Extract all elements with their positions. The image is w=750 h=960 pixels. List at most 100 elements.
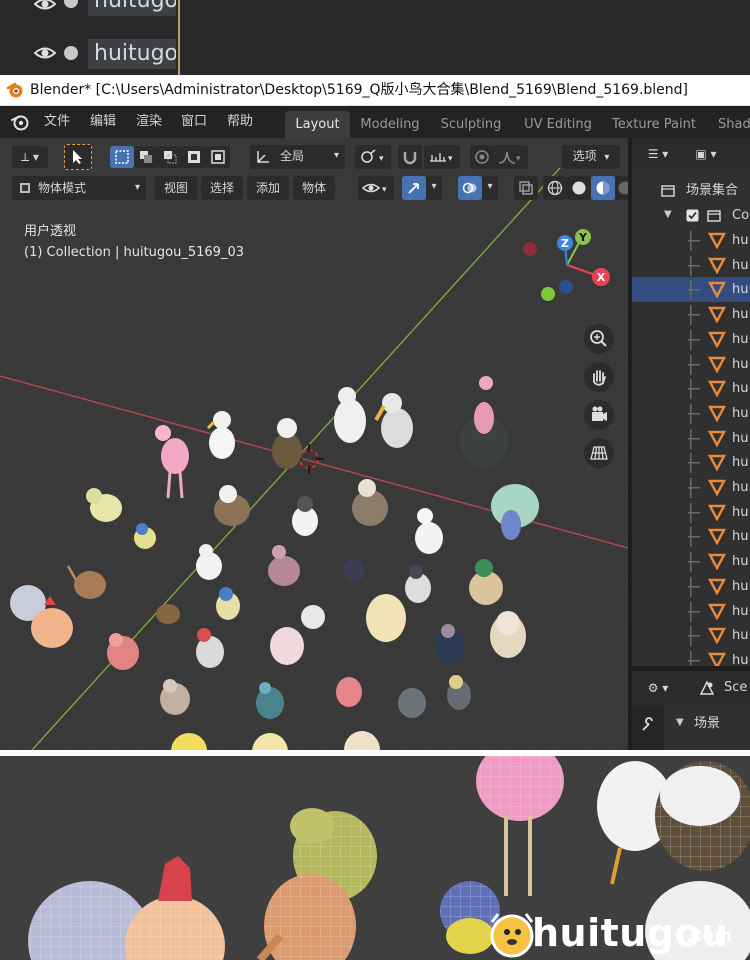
bird-barn-owl-icon bbox=[490, 611, 526, 658]
tab-uv-editing[interactable]: UV Editing bbox=[517, 111, 599, 138]
tree-branch-icon bbox=[690, 231, 692, 251]
eye-icon[interactable] bbox=[34, 45, 56, 61]
object-name[interactable]: huitugou bbox=[88, 0, 176, 16]
outliner-object-row[interactable]: hu bbox=[632, 450, 750, 475]
tree-branch-icon bbox=[690, 403, 692, 424]
outliner-object-row[interactable]: hu bbox=[632, 599, 750, 624]
tree-branch-icon bbox=[690, 527, 692, 548]
object-name[interactable]: huitugou bbox=[88, 39, 176, 69]
bird-wren-icon bbox=[160, 679, 190, 715]
mesh-object-icon bbox=[708, 405, 726, 422]
outliner-object-row[interactable]: hu bbox=[632, 426, 750, 451]
3d-viewport[interactable]: ⟂ ▾ 全局 ▾ ▾ ▾ ▾ 选项 ▾ 物体模式 ▾ 视图 选择 添加 物体 ▾… bbox=[0, 138, 628, 750]
tree-branch-icon bbox=[690, 453, 692, 474]
outliner-object-row[interactable]: hu bbox=[632, 648, 750, 666]
eye-icon[interactable] bbox=[34, 0, 56, 12]
tab-shading[interactable]: Shad bbox=[710, 111, 750, 138]
filter-dropdown[interactable]: ▣ ▾ bbox=[688, 143, 724, 165]
expand-arrow-icon[interactable]: ▼ bbox=[664, 209, 672, 220]
top-menu-bar: 文件 编辑 渲染 窗口 帮助 Layout Modeling Sculpting… bbox=[0, 106, 750, 138]
bird-kiwi-icon bbox=[66, 565, 106, 599]
menu-help[interactable]: 帮助 bbox=[227, 106, 253, 138]
outliner-object-row[interactable]: hu bbox=[632, 500, 750, 525]
tab-layout[interactable]: Layout bbox=[285, 111, 350, 138]
tree-branch-icon bbox=[690, 650, 692, 666]
bird-yellow-chick-icon bbox=[171, 733, 207, 750]
blender-menu-icon[interactable] bbox=[10, 113, 30, 131]
bird-penguin-icon bbox=[292, 496, 318, 536]
object-label: hu bbox=[732, 430, 749, 446]
bird-canary-icon bbox=[86, 488, 122, 522]
outliner-object-row[interactable]: hu bbox=[632, 228, 750, 253]
menu-render[interactable]: 渲染 bbox=[136, 106, 162, 138]
properties-editor-dropdown[interactable]: ⚙ ▾ bbox=[640, 677, 676, 699]
tree-branch-icon bbox=[690, 552, 692, 573]
outliner-object-row[interactable]: hu bbox=[632, 475, 750, 500]
object-label: hu bbox=[732, 578, 749, 594]
object-label: hu bbox=[732, 405, 749, 421]
outliner-object-row[interactable]: hu bbox=[632, 277, 750, 303]
outliner-panel[interactable]: ☰ ▾ ▣ ▾ 场景集合 ▼ Co hu hu hu hu hu hu hu hu hu hu hu… bbox=[632, 138, 750, 666]
mesh-object-icon bbox=[708, 504, 726, 521]
bird-models-scene[interactable] bbox=[0, 138, 628, 750]
outliner-object-row[interactable]: hu bbox=[632, 549, 750, 574]
tab-sculpting[interactable]: Sculpting bbox=[432, 111, 510, 138]
blender-logo-icon bbox=[6, 82, 23, 98]
mesh-object-icon bbox=[708, 430, 726, 447]
object-label: hu bbox=[732, 455, 749, 471]
outliner-object-row[interactable]: hu bbox=[632, 574, 750, 599]
render-toggle-icon[interactable] bbox=[64, 46, 78, 60]
object-label: hu bbox=[732, 233, 749, 248]
outliner-object-row[interactable]: hu bbox=[632, 524, 750, 549]
tree-branch-icon bbox=[690, 354, 692, 375]
bird-peacock-icon bbox=[491, 484, 539, 540]
outliner-object-row[interactable]: hu bbox=[632, 401, 750, 426]
object-label: hu bbox=[732, 504, 749, 520]
object-label: hu bbox=[732, 652, 749, 666]
outliner-row[interactable]: huitugou bbox=[0, 38, 750, 69]
outliner-scene-collection[interactable]: 场景集合 bbox=[632, 178, 750, 203]
bird-bluejay-icon bbox=[216, 587, 240, 620]
wireframe-render-preview: huitugou .com bbox=[0, 756, 750, 960]
object-label: hu bbox=[732, 257, 749, 273]
outliner-object-row[interactable]: hu bbox=[632, 302, 750, 327]
tool-wrench-icon[interactable] bbox=[640, 717, 656, 733]
bird-turkey-icon bbox=[460, 376, 508, 467]
properties-panel[interactable]: ⚙ ▾ Sce ▼ 场景 bbox=[632, 671, 750, 750]
menu-file[interactable]: 文件 bbox=[44, 106, 70, 138]
outliner-object-row[interactable]: hu bbox=[632, 623, 750, 648]
menu-edit[interactable]: 编辑 bbox=[90, 106, 116, 138]
object-label: hu bbox=[732, 307, 749, 323]
bird-robin-icon bbox=[196, 628, 224, 668]
checkbox-icon[interactable] bbox=[686, 209, 699, 222]
outliner-object-row[interactable]: hu bbox=[632, 327, 750, 352]
menu-window[interactable]: 窗口 bbox=[181, 106, 207, 138]
mesh-object-icon bbox=[708, 627, 726, 645]
window-title-bar: Blender* [C:\Users\Administrator\Desktop… bbox=[0, 75, 750, 106]
outliner-row[interactable]: huitugou bbox=[0, 0, 750, 30]
properties-header: ⚙ ▾ Sce bbox=[632, 671, 750, 705]
render-toggle-icon[interactable] bbox=[64, 0, 78, 8]
tree-branch-icon bbox=[690, 379, 692, 400]
properties-tab-column bbox=[632, 705, 664, 750]
watermark-domain: .com bbox=[686, 926, 732, 946]
mesh-object-icon bbox=[708, 380, 726, 398]
bird-sparrow-icon bbox=[214, 485, 250, 526]
tab-texture-paint[interactable]: Texture Paint bbox=[606, 111, 702, 138]
outliner-object-row[interactable]: hu bbox=[632, 376, 750, 401]
outliner-collection[interactable]: ▼ Co bbox=[632, 203, 750, 228]
tab-modeling[interactable]: Modeling bbox=[356, 111, 424, 138]
outliner-object-row[interactable]: hu bbox=[632, 352, 750, 377]
outliner-object-row[interactable]: hu bbox=[632, 253, 750, 278]
bird-duck-icon bbox=[415, 508, 443, 554]
display-mode-dropdown[interactable]: ☰ ▾ bbox=[640, 143, 676, 165]
bird-parrot-icon bbox=[107, 633, 139, 670]
window-title: Blender* [C:\Users\Administrator\Desktop… bbox=[30, 82, 689, 98]
expand-arrow-icon[interactable]: ▼ bbox=[676, 717, 684, 728]
bird-chick2-icon bbox=[252, 733, 288, 750]
bird-crow-icon bbox=[405, 565, 431, 603]
mesh-object-icon bbox=[708, 306, 726, 324]
object-label: hu bbox=[732, 356, 749, 372]
mesh-object-icon bbox=[708, 331, 726, 348]
bird-small-chick-icon bbox=[301, 605, 325, 629]
